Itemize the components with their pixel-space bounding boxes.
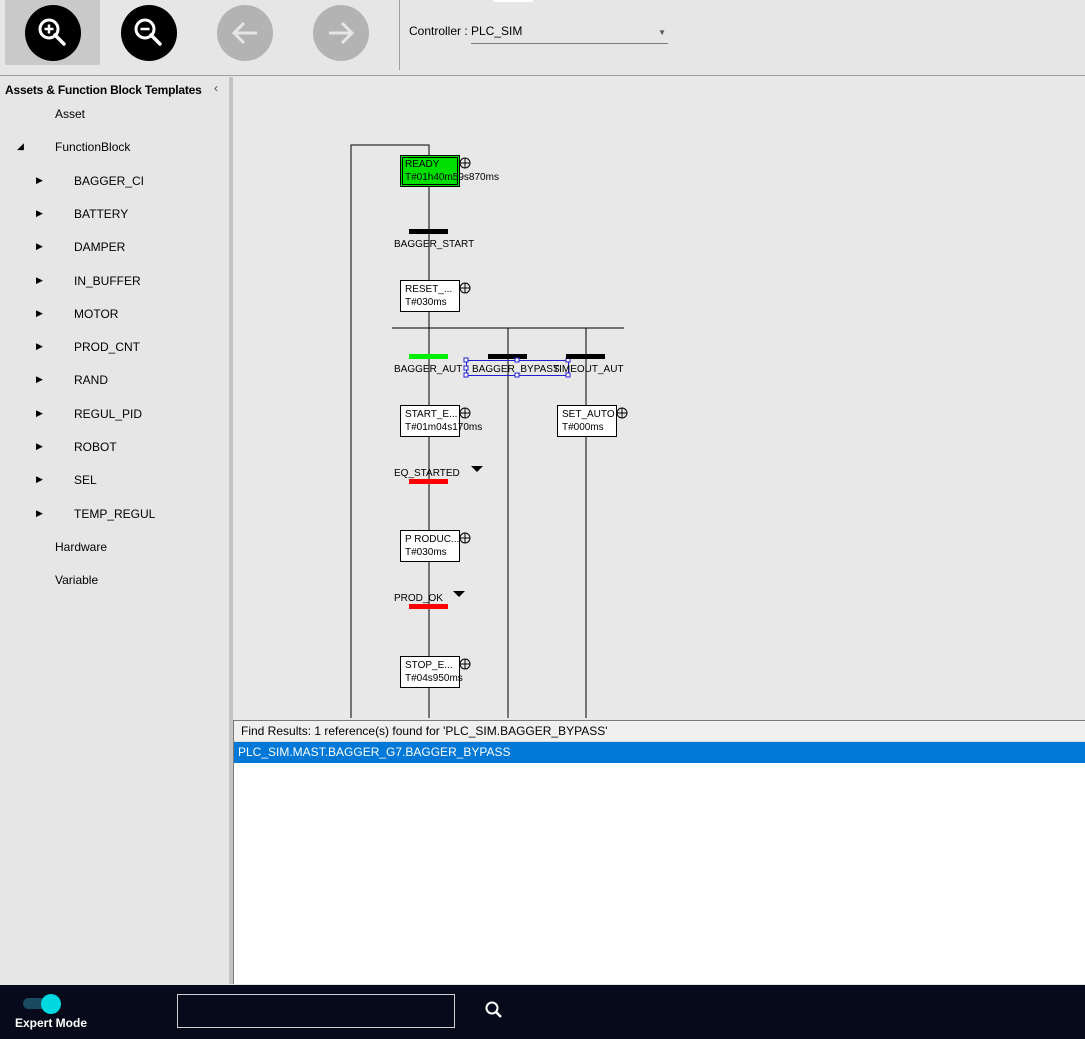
step-1[interactable]: RESET_... T#030ms xyxy=(400,280,471,312)
zoom-out-button[interactable] xyxy=(101,0,196,65)
collapsed-arrow-icon[interactable]: ▶ xyxy=(36,241,43,252)
sfc-diagram-canvas[interactable]: READY T#01h40m59s870ms RESET_... T#030ms STA… xyxy=(233,77,1085,720)
step-time: T#030ms xyxy=(405,547,447,558)
transition-prod_ok[interactable]: PROD_OK xyxy=(394,591,465,609)
search-icon xyxy=(485,1001,502,1018)
transition-bagger_aut[interactable]: BAGGER_AUT xyxy=(394,354,462,375)
step-name: START_E... xyxy=(405,409,457,420)
search-button[interactable] xyxy=(483,999,505,1021)
step-3[interactable]: SET_AUTO T#000ms xyxy=(557,405,628,437)
tree-item-functionblock[interactable]: FunctionBlock xyxy=(55,137,130,157)
arrow-left-icon xyxy=(216,4,273,61)
find-result-row[interactable]: PLC_SIM.MAST.BAGGER_G7.BAGGER_BYPASS xyxy=(234,742,1085,763)
step-time: T#030ms xyxy=(405,297,447,308)
transition-label: BAGGER_AUT xyxy=(394,364,462,375)
collapse-sidebar-icon[interactable]: ‹ xyxy=(214,81,218,95)
tree-item-damper[interactable]: DAMPER xyxy=(74,237,125,257)
step-name: STOP_E... xyxy=(405,660,453,671)
dropdown-triangle-icon xyxy=(471,466,483,472)
collapsed-arrow-icon[interactable]: ▶ xyxy=(36,508,43,519)
step-time: T#04s950ms xyxy=(405,673,463,684)
tree-item-motor[interactable]: MOTOR xyxy=(74,304,118,324)
forward-button[interactable] xyxy=(293,0,388,65)
toolbar: Controller : PLC_SIM ▼ xyxy=(0,0,1085,76)
search-input[interactable] xyxy=(177,994,455,1028)
back-button[interactable] xyxy=(197,0,292,65)
transition-label: BAGGER_START xyxy=(394,239,474,250)
zoom-in-icon xyxy=(24,4,81,61)
status-bar: Expert Mode xyxy=(0,985,1085,1039)
tree-item-battery[interactable]: BATTERY xyxy=(74,204,128,224)
tree-item-asset[interactable]: Asset xyxy=(55,104,85,124)
toolbar-divider xyxy=(399,0,400,70)
sfc-diagram: READY T#01h40m59s870ms RESET_... T#030ms STA… xyxy=(350,144,628,718)
find-results-header: Find Results: 1 reference(s) found for '… xyxy=(234,721,1085,742)
controller-select[interactable]: PLC_SIM ▼ xyxy=(471,22,668,44)
dropdown-triangle-icon xyxy=(453,591,465,597)
step-2[interactable]: START_E... T#01m04s170ms xyxy=(400,405,483,437)
collapsed-arrow-icon[interactable]: ▶ xyxy=(36,408,43,419)
step-time: T#01m04s170ms xyxy=(405,422,482,433)
step-time: T#000ms xyxy=(562,422,604,433)
step-name: READY xyxy=(405,159,440,170)
collapsed-arrow-icon[interactable]: ▶ xyxy=(36,308,43,319)
transition-timeout_aut[interactable]: TIMEOUT_AUT xyxy=(553,354,624,375)
collapsed-arrow-icon[interactable]: ▶ xyxy=(36,175,43,186)
step-4[interactable]: P RODUC... T#030ms xyxy=(400,530,471,562)
tree-item-temp_regul[interactable]: TEMP_REGUL xyxy=(74,504,155,524)
expand-plus-icon[interactable] xyxy=(616,407,628,419)
tree-item-sel[interactable]: SEL xyxy=(74,470,97,490)
transition-label: PROD_OK xyxy=(394,593,443,604)
step-name: P RODUC... xyxy=(405,534,459,545)
collapsed-arrow-icon[interactable]: ▶ xyxy=(36,374,43,385)
chevron-down-icon: ▼ xyxy=(658,28,666,37)
transition-bagger_start[interactable]: BAGGER_START xyxy=(394,229,474,250)
tree-item-prod_cnt[interactable]: PROD_CNT xyxy=(74,337,140,357)
step-5[interactable]: STOP_E... T#04s950ms xyxy=(400,656,471,688)
step-time: T#01h40m59s870ms xyxy=(405,172,499,183)
transition-eq_started[interactable]: EQ_STARTED xyxy=(394,466,483,484)
expand-plus-icon[interactable] xyxy=(459,658,471,670)
controller-label: Controller : xyxy=(409,24,468,38)
expand-plus-icon[interactable] xyxy=(459,157,471,169)
sidebar-title: Assets & Function Block Templates xyxy=(5,83,202,97)
collapsed-arrow-icon[interactable]: ▶ xyxy=(36,208,43,219)
step-0[interactable]: READY T#01h40m59s870ms xyxy=(400,155,499,187)
arrow-right-icon xyxy=(312,4,369,61)
tree-item-robot[interactable]: ROBOT xyxy=(74,437,117,457)
top-handle xyxy=(493,0,533,2)
expand-plus-icon[interactable] xyxy=(459,407,471,419)
tree-item-variable[interactable]: Variable xyxy=(55,570,98,590)
expert-mode-toggle[interactable] xyxy=(23,994,61,1014)
zoom-in-button[interactable] xyxy=(5,0,100,65)
collapsed-arrow-icon[interactable]: ▶ xyxy=(36,441,43,452)
tree-item-regul_pid[interactable]: REGUL_PID xyxy=(74,404,142,424)
controller-value: PLC_SIM xyxy=(471,24,523,38)
transition-label: EQ_STARTED xyxy=(394,468,460,479)
expand-plus-icon[interactable] xyxy=(459,532,471,544)
collapsed-arrow-icon[interactable]: ▶ xyxy=(36,474,43,485)
transition-label: TIMEOUT_AUT xyxy=(553,364,624,375)
collapsed-arrow-icon[interactable]: ▶ xyxy=(36,341,43,352)
collapsed-arrow-icon[interactable]: ▶ xyxy=(36,275,43,286)
sidebar: Assets & Function Block Templates ‹ Asse… xyxy=(0,77,229,984)
expanded-arrow-icon[interactable]: ◢ xyxy=(17,141,24,152)
zoom-out-icon xyxy=(120,4,177,61)
step-name: RESET_... xyxy=(405,284,452,295)
tree-item-bagger_ci[interactable]: BAGGER_CI xyxy=(74,171,144,191)
tree-item-rand[interactable]: RAND xyxy=(74,370,108,390)
tree-item-in_buffer[interactable]: IN_BUFFER xyxy=(74,271,141,291)
tree-item-hardware[interactable]: Hardware xyxy=(55,537,107,557)
step-name: SET_AUTO xyxy=(562,409,615,420)
expert-mode-label: Expert Mode xyxy=(15,1016,88,1030)
expand-plus-icon[interactable] xyxy=(459,282,471,294)
find-results-panel: Find Results: 1 reference(s) found for '… xyxy=(233,720,1085,984)
